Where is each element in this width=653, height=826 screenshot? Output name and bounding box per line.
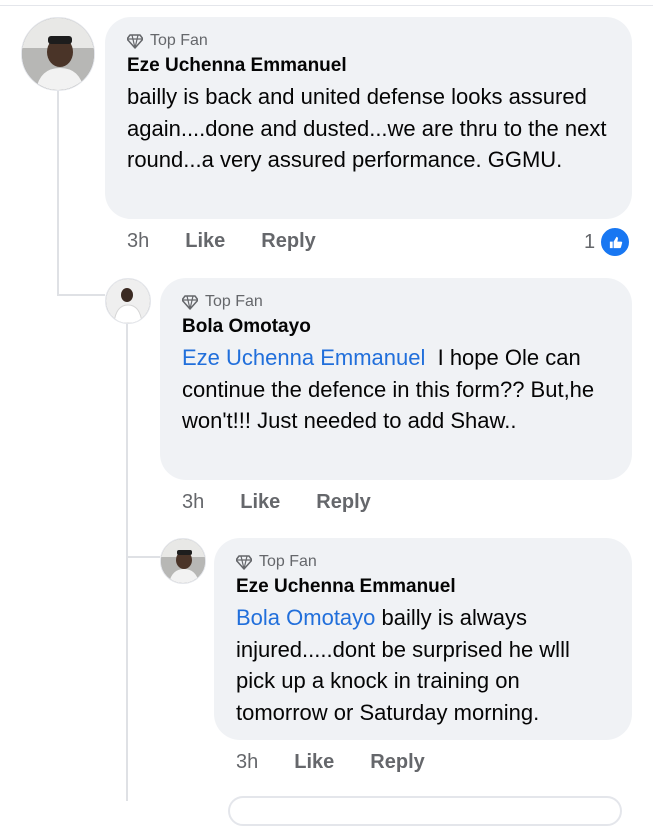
reaction-count: 1 [584,230,596,253]
like-button[interactable]: Like [294,751,334,774]
top-fan-badge: Top Fan [127,31,610,51]
diamond-icon [182,295,198,310]
comment-text: Eze Uchenna Emmanuel I hope Ole can cont… [182,342,610,437]
comment-actions: 3h Like Reply [127,228,352,254]
profile-photo [106,279,150,323]
avatar[interactable] [21,17,95,91]
comment-actions: 3h Like Reply [236,749,461,775]
top-divider [0,5,653,6]
avatar[interactable] [160,538,206,584]
comment-text: Bola Omotayo bailly is always injured...… [236,602,610,728]
reply-button[interactable]: Reply [316,491,370,514]
comment-bubble: Top Fan Eze Uchenna Emmanuel Bola Omotay… [214,538,632,740]
profile-photo [22,18,94,90]
mention-link[interactable]: Eze Uchenna Emmanuel [182,345,425,370]
thread-line-curve [126,556,160,558]
badge-label: Top Fan [205,293,263,310]
diamond-icon [236,555,252,570]
thread-line [126,322,128,801]
badge-label: Top Fan [150,32,208,49]
top-fan-badge: Top Fan [236,552,610,572]
like-button[interactable]: Like [185,230,225,253]
profile-photo [161,539,205,583]
like-button[interactable]: Like [240,491,280,514]
reaction-summary[interactable]: 1 [584,226,632,258]
thread-line [57,90,59,296]
author-name[interactable]: Bola Omotayo [182,316,610,338]
timestamp[interactable]: 3h [127,230,149,253]
comment-text: bailly is back and united defense looks … [127,84,607,172]
thread-line-curve [57,294,105,296]
comment-bubble: Top Fan Eze Uchenna Emmanuel bailly is b… [105,17,632,219]
comment-actions: 3h Like Reply [182,489,407,515]
timestamp[interactable]: 3h [236,751,258,774]
comment-bubble: Top Fan Bola Omotayo Eze Uchenna Emmanue… [160,278,632,480]
badge-label: Top Fan [259,553,317,570]
avatar[interactable] [105,278,151,324]
diamond-icon [127,34,143,49]
timestamp[interactable]: 3h [182,491,204,514]
top-fan-badge: Top Fan [182,292,610,312]
reply-button[interactable]: Reply [370,751,424,774]
reply-button[interactable]: Reply [261,230,315,253]
mention-link[interactable]: Bola Omotayo [236,605,375,630]
author-name[interactable]: Eze Uchenna Emmanuel [236,576,610,598]
author-name[interactable]: Eze Uchenna Emmanuel [127,55,610,77]
thumbs-up-icon [599,226,632,258]
